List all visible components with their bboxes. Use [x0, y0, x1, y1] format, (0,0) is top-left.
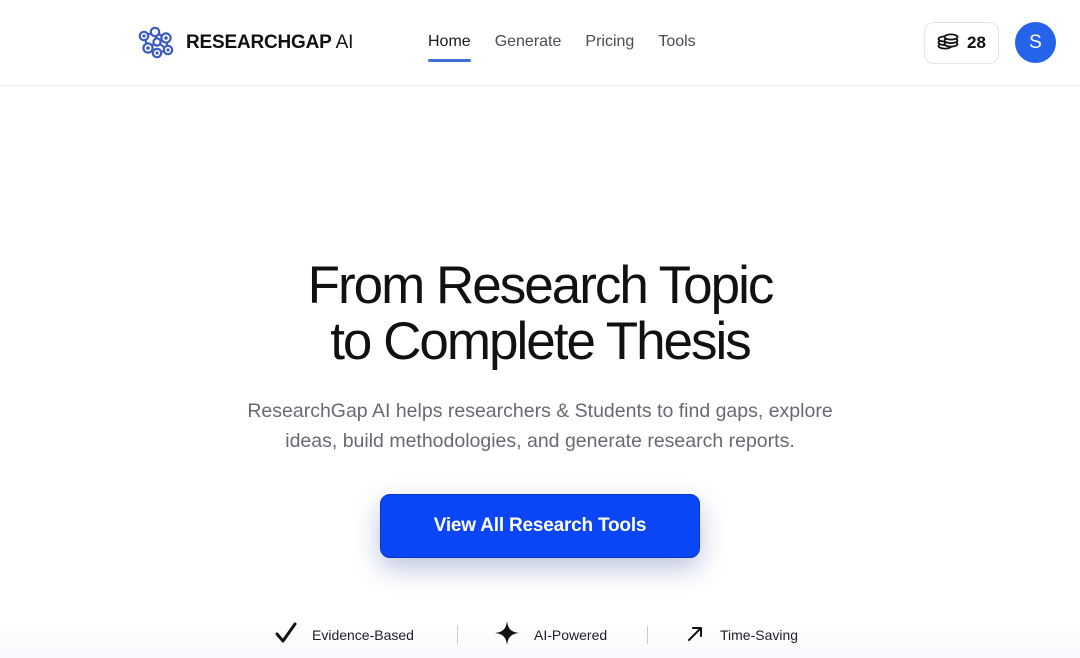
sparkle-icon — [494, 620, 520, 651]
hero-title-line-1: From Research Topic — [307, 256, 775, 315]
feature-ai-powered: AI-Powered — [494, 620, 608, 651]
feature-time-saving: Time-Saving — [684, 622, 798, 648]
user-avatar[interactable]: S — [1015, 22, 1056, 63]
main-nav: Home Generate Pricing Tools — [428, 33, 696, 62]
hero-section: From Research Topic to Complete Thesis R… — [0, 258, 1080, 456]
nav-link-generate[interactable]: Generate — [495, 33, 562, 59]
feature-label: Evidence-Based — [312, 627, 414, 643]
nav-link-tools[interactable]: Tools — [658, 33, 695, 59]
nav-link-pricing[interactable]: Pricing — [585, 33, 634, 59]
checkmark-icon — [274, 621, 298, 650]
molecule-network-logo-icon — [136, 25, 176, 61]
credits-badge[interactable]: 28 — [924, 22, 999, 64]
brand-name-suffix: AI — [335, 32, 354, 53]
features-strip: Evidence-Based AI-Powered Time-Saving — [0, 620, 1080, 658]
view-all-research-tools-button[interactable]: View All Research Tools — [380, 494, 700, 558]
hero-title: From Research Topic to Complete Thesis — [0, 258, 1080, 370]
arrow-up-right-icon — [684, 622, 706, 649]
hero-subtitle-line-2: ideas, build methodologies, and generate… — [285, 430, 795, 452]
coin-stack-icon — [937, 32, 959, 55]
feature-divider — [647, 626, 648, 644]
feature-evidence-based: Evidence-Based — [274, 622, 414, 648]
hero-subtitle: ResearchGap AI helps researchers & Stude… — [0, 396, 1080, 456]
brand[interactable]: RESEARCHGAP AI — [136, 25, 353, 61]
top-navbar: RESEARCHGAP AI Home Generate Pricing Too… — [0, 0, 1080, 86]
nav-link-home[interactable]: Home — [428, 33, 471, 62]
feature-label: AI-Powered — [534, 627, 608, 643]
hero-title-line-2: to Complete Thesis — [330, 312, 752, 371]
feature-divider — [457, 626, 458, 644]
credits-count: 28 — [967, 33, 986, 52]
hero-subtitle-line-1: ResearchGap AI helps researchers & Stude… — [247, 400, 833, 422]
brand-name-bold: RESEARCHGAP — [186, 32, 332, 53]
feature-label: Time-Saving — [720, 627, 799, 643]
brand-name: RESEARCHGAP AI — [186, 32, 353, 54]
